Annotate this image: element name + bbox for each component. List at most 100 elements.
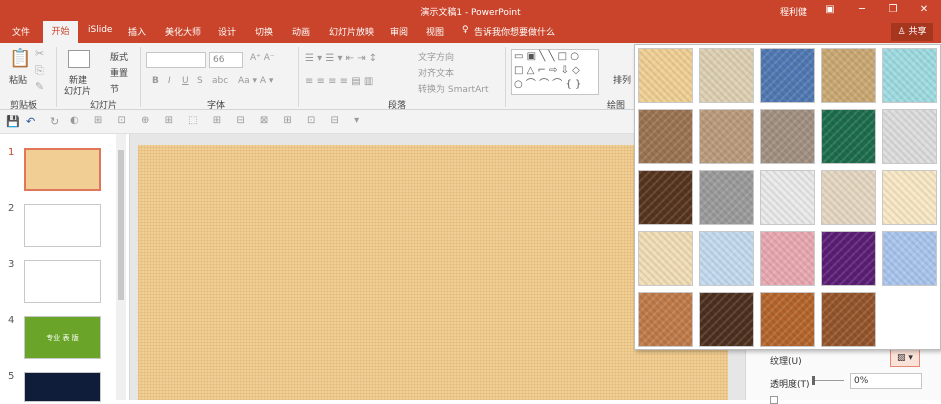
text-direction-button[interactable]: 文字方向	[418, 50, 454, 63]
texture-tile[interactable]	[882, 170, 937, 225]
texture-tile[interactable]	[760, 109, 815, 164]
tab-view[interactable]: 视图	[426, 25, 444, 38]
slide-thumb-1[interactable]	[24, 148, 101, 191]
layout-button[interactable]: 版式	[110, 50, 128, 63]
texture-tile[interactable]	[638, 292, 693, 347]
minimize-icon[interactable]: ─	[852, 3, 872, 17]
person-icon: ♙	[897, 27, 909, 37]
strikethrough-icon[interactable]: S	[197, 76, 203, 86]
tab-design[interactable]: 设计	[218, 25, 236, 38]
tab-animations[interactable]: 动画	[292, 25, 310, 38]
texture-tile[interactable]	[821, 48, 876, 103]
slide-thumb-5[interactable]	[24, 372, 101, 402]
align-icons[interactable]: ≡ ≡ ≡ ≡ ▤ ▥	[305, 76, 373, 87]
paste-button[interactable]: 粘贴	[9, 73, 27, 86]
texture-tile[interactable]	[760, 292, 815, 347]
shapes-gallery[interactable]: ▭ ▣ ╲ ╲ □ ○ □ △ ⌐ ⇨ ⇩ ◇ ○ ⌒ ⌒ ⌒ { }	[511, 49, 599, 95]
slide-number: 3	[8, 259, 15, 270]
char-spacing-icon[interactable]: abc	[212, 76, 228, 86]
texture-tile[interactable]	[638, 231, 693, 286]
texture-label: 纹理(U)	[770, 357, 802, 367]
tab-slideshow[interactable]: 幻灯片放映	[329, 25, 374, 38]
slide-thumb-text: 专业 表 版	[46, 334, 79, 342]
underline-icon[interactable]: U	[182, 76, 189, 86]
texture-tile[interactable]	[638, 170, 693, 225]
redo-icon[interactable]: ↻	[50, 116, 59, 127]
texture-tile[interactable]	[882, 231, 937, 286]
texture-picker-button[interactable]: ▨ ▾	[890, 349, 920, 367]
ribbon-tabs: 文件 iSlide 插入 美化大师 设计 切换 动画 幻灯片放映 审阅 视图 ♀…	[0, 21, 941, 43]
texture-tile[interactable]	[699, 48, 754, 103]
separator	[505, 47, 506, 107]
texture-tile[interactable]	[760, 231, 815, 286]
arrange-button[interactable]: 排列	[613, 73, 631, 86]
qat-tools-icon[interactable]: ◐ ⊞ ⊡ ⊕ ⊞ ⬚ ⊞ ⊟ ⊠ ⊞ ⊡ ⊟ ▾	[70, 116, 365, 126]
separator	[140, 47, 141, 107]
texture-tile[interactable]	[821, 292, 876, 347]
texture-tile[interactable]	[699, 231, 754, 286]
transparency-input[interactable]: 0%	[850, 373, 922, 389]
slide-number: 5	[8, 371, 15, 382]
slide-number: 4	[8, 315, 15, 326]
font-size-box[interactable]: 66	[209, 52, 243, 68]
texture-tile[interactable]	[882, 48, 937, 103]
slide-number: 2	[8, 203, 15, 214]
texture-tile[interactable]	[638, 48, 693, 103]
title-bar: 演示文稿1 - PowerPoint 程利健 ▣ ─ ❐ ✕	[0, 0, 941, 21]
tab-beautify[interactable]: 美化大师	[165, 25, 201, 38]
tab-insert[interactable]: 插入	[128, 25, 146, 38]
undo-icon[interactable]: ↶	[26, 116, 35, 127]
tab-home[interactable]: 开始	[43, 21, 78, 43]
paste-icon[interactable]: 📋	[9, 50, 31, 68]
texture-tile[interactable]	[760, 170, 815, 225]
texture-tile[interactable]	[821, 109, 876, 164]
texture-tile[interactable]	[821, 170, 876, 225]
slide-number: 1	[8, 147, 15, 158]
save-icon[interactable]: 💾	[6, 116, 20, 127]
italic-icon[interactable]: I	[168, 76, 171, 86]
separator	[298, 47, 299, 107]
share-label: 共享	[908, 27, 927, 37]
bullets-icon[interactable]: ☰ ▾ ☰ ▾ ⇤ ⇥ ↕	[305, 53, 377, 64]
slides-scroll-thumb[interactable]	[118, 150, 124, 300]
tile-checkbox[interactable]	[770, 396, 778, 404]
tell-me-search[interactable]: 告诉我你想要做什么	[474, 25, 555, 38]
copy-icon[interactable]: ⎘	[35, 65, 44, 76]
new-slide-label[interactable]: 幻灯片	[64, 84, 91, 97]
restore-icon[interactable]: ❐	[883, 3, 903, 17]
cut-icon[interactable]: ✂	[35, 48, 44, 59]
texture-tile[interactable]	[882, 109, 937, 164]
transparency-slider-handle[interactable]	[812, 376, 815, 385]
close-icon[interactable]: ✕	[914, 3, 934, 17]
texture-tile[interactable]	[821, 231, 876, 286]
lightbulb-icon: ♀	[462, 25, 469, 35]
ribbon-display-icon[interactable]: ▣	[820, 3, 840, 17]
slide-thumb-4[interactable]: 专业 表 版	[24, 316, 101, 359]
reset-button[interactable]: 重置	[110, 66, 128, 79]
transparency-slider[interactable]	[812, 380, 844, 381]
share-button[interactable]: ♙ 共享	[891, 23, 933, 41]
tab-file[interactable]: 文件	[12, 25, 30, 38]
texture-tile[interactable]	[699, 292, 754, 347]
texture-tile[interactable]	[699, 109, 754, 164]
tab-transitions[interactable]: 切换	[255, 25, 273, 38]
slide-thumb-2[interactable]	[24, 204, 101, 247]
font-name-box[interactable]	[146, 52, 206, 68]
new-slide-icon[interactable]	[68, 50, 90, 68]
user-name[interactable]: 程利健	[780, 5, 807, 18]
quick-access-toolbar: 💾 ↶ ↻ ◐ ⊞ ⊡ ⊕ ⊞ ⬚ ⊞ ⊟ ⊠ ⊞ ⊡ ⊟ ▾	[0, 110, 635, 134]
texture-tile[interactable]	[760, 48, 815, 103]
texture-tile[interactable]	[638, 109, 693, 164]
tab-review[interactable]: 审阅	[390, 25, 408, 38]
texture-tile[interactable]	[699, 170, 754, 225]
section-button[interactable]: 节	[110, 82, 119, 95]
convert-smartart-button[interactable]: 转换为 SmartArt	[418, 82, 488, 95]
align-text-button[interactable]: 对齐文本	[418, 66, 454, 79]
slide-thumb-3[interactable]	[24, 260, 101, 303]
bold-icon[interactable]: B	[152, 76, 159, 86]
separator	[56, 47, 57, 107]
tab-islide[interactable]: iSlide	[88, 25, 112, 35]
grow-font-icon[interactable]: A⁺ A⁻	[250, 53, 275, 63]
format-painter-icon[interactable]: ✎	[35, 81, 44, 92]
font-color-icon[interactable]: Aa ▾ A ▾	[238, 76, 273, 86]
